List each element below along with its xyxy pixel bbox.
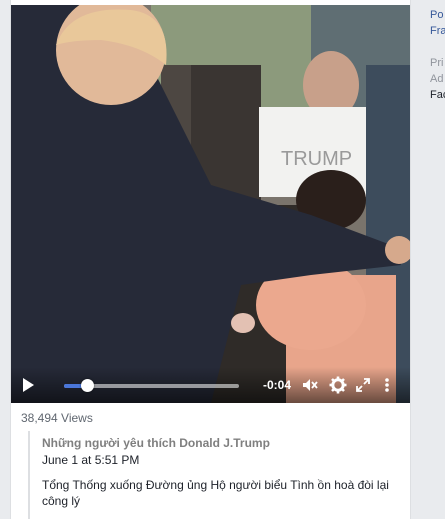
shared-post-block: Những người yêu thích Donald J.Trump Jun… bbox=[28, 431, 398, 519]
sidebar-line[interactable]: Po bbox=[430, 9, 443, 21]
more-icon[interactable] bbox=[383, 376, 391, 394]
video-frame: TRUMP bbox=[11, 5, 410, 403]
sidebar-line: Fac bbox=[430, 89, 445, 101]
video-post-card: TRUMP -0:04 38,494 Views Những người yêu… bbox=[10, 0, 411, 519]
volume-icon[interactable] bbox=[301, 376, 319, 394]
play-icon[interactable] bbox=[23, 378, 34, 392]
sidebar-line: Ad bbox=[430, 73, 444, 85]
page-name-link[interactable]: Những người yêu thích Donald J.Trump bbox=[42, 436, 270, 450]
right-sidebar: Po Fra Pri Ad Fac bbox=[428, 0, 445, 519]
video-controls-bar: -0:04 bbox=[11, 367, 410, 403]
svg-text:TRUMP: TRUMP bbox=[281, 148, 352, 170]
sidebar-line: Pri bbox=[430, 57, 444, 69]
sidebar-line[interactable]: Fra bbox=[430, 25, 445, 37]
post-text: Tổng Thống xuống Đường ủng Hộ người biểu… bbox=[42, 478, 389, 508]
seek-bar-handle[interactable] bbox=[80, 379, 94, 392]
post-timestamp[interactable]: June 1 at 5:51 PM bbox=[42, 453, 139, 467]
time-remaining: -0:04 bbox=[263, 378, 292, 392]
gear-icon[interactable] bbox=[329, 376, 347, 394]
seek-bar[interactable] bbox=[64, 379, 239, 392]
video-player[interactable]: TRUMP -0:04 bbox=[11, 5, 410, 403]
fullscreen-icon[interactable] bbox=[355, 376, 371, 394]
view-count: 38,494 Views bbox=[21, 411, 93, 425]
